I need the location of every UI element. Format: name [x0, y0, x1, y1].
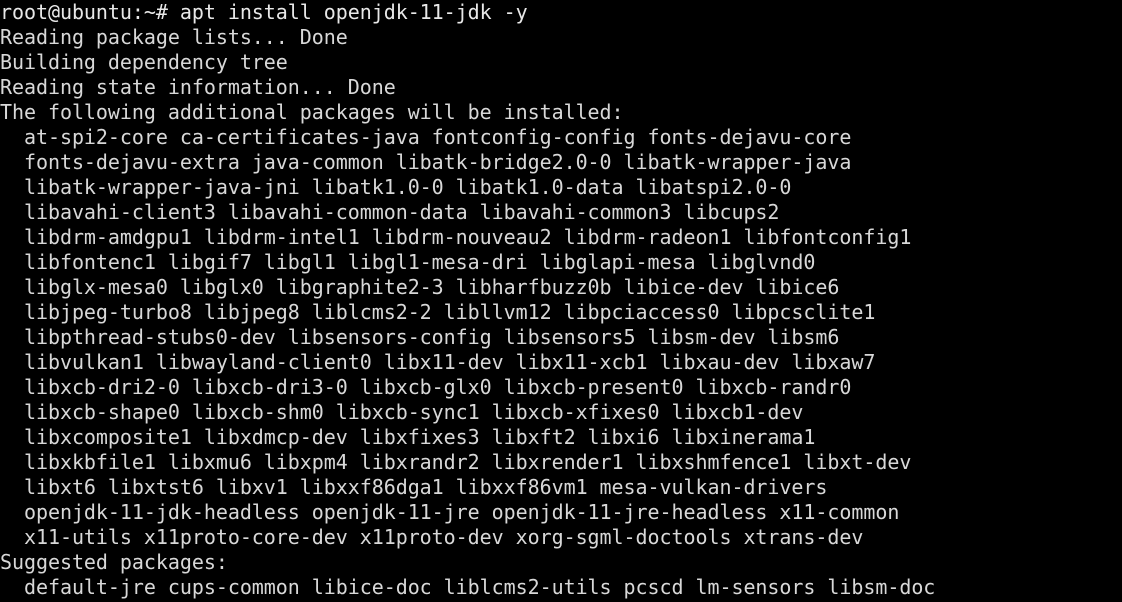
terminal-output-line: libglx-mesa0 libglx0 libgraphite2-3 libh…: [0, 275, 840, 299]
terminal-window[interactable]: root@ubuntu:~# apt install openjdk-11-jd…: [0, 0, 1122, 602]
terminal-output-line: libvulkan1 libwayland-client0 libx11-dev…: [0, 350, 876, 374]
terminal-prompt-line: root@ubuntu:~# apt install openjdk-11-jd…: [0, 0, 528, 24]
terminal-output-line: openjdk-11-jdk-headless openjdk-11-jre o…: [0, 500, 900, 524]
terminal-output-line: Building dependency tree: [0, 50, 288, 74]
terminal-output-line: libfontenc1 libgif7 libgl1 libgl1-mesa-d…: [0, 250, 816, 274]
terminal-output-line: libdrm-amdgpu1 libdrm-intel1 libdrm-nouv…: [0, 225, 912, 249]
terminal-output-line: The following additional packages will b…: [0, 100, 624, 124]
terminal-screen[interactable]: root@ubuntu:~# apt install openjdk-11-jd…: [0, 0, 1122, 600]
terminal-output-line: libxcomposite1 libxdmcp-dev libxfixes3 l…: [0, 425, 816, 449]
terminal-output-line: libxcb-dri2-0 libxcb-dri3-0 libxcb-glx0 …: [0, 375, 852, 399]
terminal-output-line: libavahi-client3 libavahi-common-data li…: [0, 200, 780, 224]
terminal-output-line: Reading package lists... Done: [0, 25, 348, 49]
terminal-output-line: fonts-dejavu-extra java-common libatk-br…: [0, 150, 852, 174]
terminal-output-line: default-jre cups-common libice-doc liblc…: [0, 575, 936, 599]
terminal-output-line: Reading state information... Done: [0, 75, 396, 99]
terminal-output-line: libatk-wrapper-java-jni libatk1.0-0 liba…: [0, 175, 792, 199]
terminal-output-line: libxt6 libxtst6 libxv1 libxxf86dga1 libx…: [0, 475, 828, 499]
terminal-output-line: libxcb-shape0 libxcb-shm0 libxcb-sync1 l…: [0, 400, 804, 424]
terminal-output-line: at-spi2-core ca-certificates-java fontco…: [0, 125, 852, 149]
terminal-output-line: x11-utils x11proto-core-dev x11proto-dev…: [0, 525, 864, 549]
terminal-output-line: libpthread-stubs0-dev libsensors-config …: [0, 325, 840, 349]
terminal-output-line: Suggested packages:: [0, 550, 228, 574]
terminal-output-line: libjpeg-turbo8 libjpeg8 liblcms2-2 libll…: [0, 300, 876, 324]
terminal-output-line: libxkbfile1 libxmu6 libxpm4 libxrandr2 l…: [0, 450, 912, 474]
